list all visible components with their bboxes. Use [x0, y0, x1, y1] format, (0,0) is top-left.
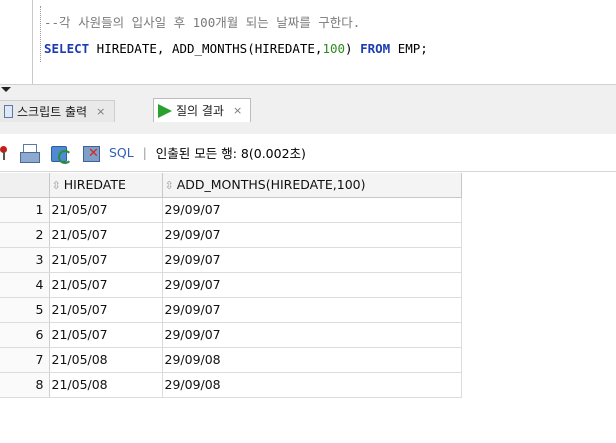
- cell-hiredate[interactable]: 21/05/07: [49, 322, 163, 348]
- cell-add-months[interactable]: 29/09/08: [162, 347, 462, 373]
- row-number: 4: [0, 272, 50, 298]
- cell-add-months[interactable]: 29/09/07: [162, 222, 462, 248]
- table-row[interactable]: 2 21/05/07 29/09/07: [0, 222, 462, 248]
- cell-add-months[interactable]: 29/09/07: [162, 272, 462, 298]
- table-row[interactable]: 3 21/05/07 29/09/07: [0, 247, 462, 273]
- keyword-select: SELECT: [44, 41, 90, 56]
- table-row[interactable]: 4 21/05/07 29/09/07: [0, 272, 462, 298]
- row-number: 6: [0, 322, 50, 348]
- print-icon[interactable]: [20, 143, 40, 163]
- sql-number-literal: 100: [322, 41, 346, 56]
- row-number: 7: [0, 347, 50, 373]
- sql-text-part3: EMP;: [390, 41, 428, 56]
- column-header-hiredate[interactable]: ⇳ HIREDATE: [48, 173, 163, 198]
- cell-hiredate[interactable]: 21/05/08: [49, 347, 163, 373]
- collapse-arrow-icon[interactable]: [1, 87, 11, 92]
- cell-add-months[interactable]: 29/09/07: [162, 297, 462, 323]
- column-header-add-months[interactable]: ⇳ ADD_MONTHS(HIREDATE,100): [161, 173, 462, 198]
- sort-icon: ⇳: [164, 179, 174, 193]
- sql-text-part1: HIREDATE, ADD_MONTHS(HIREDATE,: [89, 41, 323, 56]
- result-toolbar: SQL | 인출된 모든 행: 8(0.002초): [0, 134, 616, 172]
- header-row: ⇳ HIREDATE ⇳ ADD_MONTHS(HIREDATE,100): [0, 173, 462, 198]
- table-row[interactable]: 7 21/05/08 29/09/08: [0, 347, 462, 373]
- pin-icon[interactable]: [0, 144, 10, 162]
- table-row[interactable]: 6 21/05/07 29/09/07: [0, 322, 462, 348]
- row-number: 2: [0, 222, 50, 248]
- table-row[interactable]: 1 21/05/07 29/09/07: [0, 197, 462, 223]
- result-grid[interactable]: ⇳ HIREDATE ⇳ ADD_MONTHS(HIREDATE,100) 1 21…: [0, 173, 462, 398]
- table-row[interactable]: 5 21/05/07 29/09/07: [0, 297, 462, 323]
- run-play-icon: [158, 103, 172, 118]
- column-header-label: HIREDATE: [63, 177, 126, 193]
- editor-gutter: [32, 0, 33, 84]
- row-number: 8: [0, 372, 50, 398]
- sort-icon: ⇳: [51, 179, 61, 193]
- cell-add-months[interactable]: 29/09/07: [162, 197, 462, 223]
- table-row[interactable]: 8 21/05/08 29/09/08: [0, 372, 462, 398]
- cell-hiredate[interactable]: 21/05/07: [49, 222, 163, 248]
- tab-query-result-label: 질의 결과: [176, 104, 224, 118]
- cell-add-months[interactable]: 29/09/08: [162, 372, 462, 398]
- toolbar-separator: |: [142, 145, 147, 160]
- row-number: 3: [0, 247, 50, 273]
- keyword-from: FROM: [360, 41, 391, 56]
- cell-hiredate[interactable]: 21/05/07: [49, 297, 163, 323]
- output-tab-strip: 스크립트 출력 × 질의 결과 ×: [0, 84, 616, 134]
- tab-script-output-label: 스크립트 출력: [17, 105, 88, 119]
- sql-editor[interactable]: --각 사원들의 입사일 후 100개월 되는 날짜를 구한다. SELECT …: [0, 0, 616, 84]
- sql-text-part2: ): [345, 41, 361, 56]
- tab-query-result-close-icon[interactable]: ×: [233, 104, 242, 117]
- row-number: 5: [0, 297, 50, 323]
- cell-hiredate[interactable]: 21/05/07: [49, 197, 163, 223]
- refresh-icon[interactable]: [50, 144, 72, 164]
- comment-line[interactable]: --각 사원들의 입사일 후 100개월 되는 날짜를 구한다.: [44, 12, 360, 31]
- result-table: ⇳ HIREDATE ⇳ ADD_MONTHS(HIREDATE,100) 1 21…: [0, 173, 462, 398]
- cancel-query-icon[interactable]: [82, 144, 102, 162]
- script-page-icon: [4, 105, 13, 118]
- tab-script-output-close-icon[interactable]: ×: [96, 105, 105, 118]
- cell-hiredate[interactable]: 21/05/07: [49, 272, 163, 298]
- cell-hiredate[interactable]: 21/05/07: [49, 247, 163, 273]
- column-header-label: ADD_MONTHS(HIREDATE,100): [176, 177, 366, 193]
- cell-add-months[interactable]: 29/09/07: [162, 247, 462, 273]
- row-number-header: [0, 173, 50, 198]
- select-statement[interactable]: SELECT HIREDATE, ADD_MONTHS(HIREDATE,100…: [44, 41, 428, 56]
- tab-script-output[interactable]: 스크립트 출력 ×: [0, 100, 116, 122]
- tab-query-result[interactable]: 질의 결과 ×: [153, 98, 252, 122]
- statement-guide: [40, 6, 41, 62]
- cell-add-months[interactable]: 29/09/07: [162, 322, 462, 348]
- cell-hiredate[interactable]: 21/05/08: [49, 372, 163, 398]
- sql-button[interactable]: SQL: [109, 145, 134, 160]
- row-number: 1: [0, 197, 50, 223]
- fetch-status-text: 인출된 모든 행: 8(0.002초): [155, 146, 306, 161]
